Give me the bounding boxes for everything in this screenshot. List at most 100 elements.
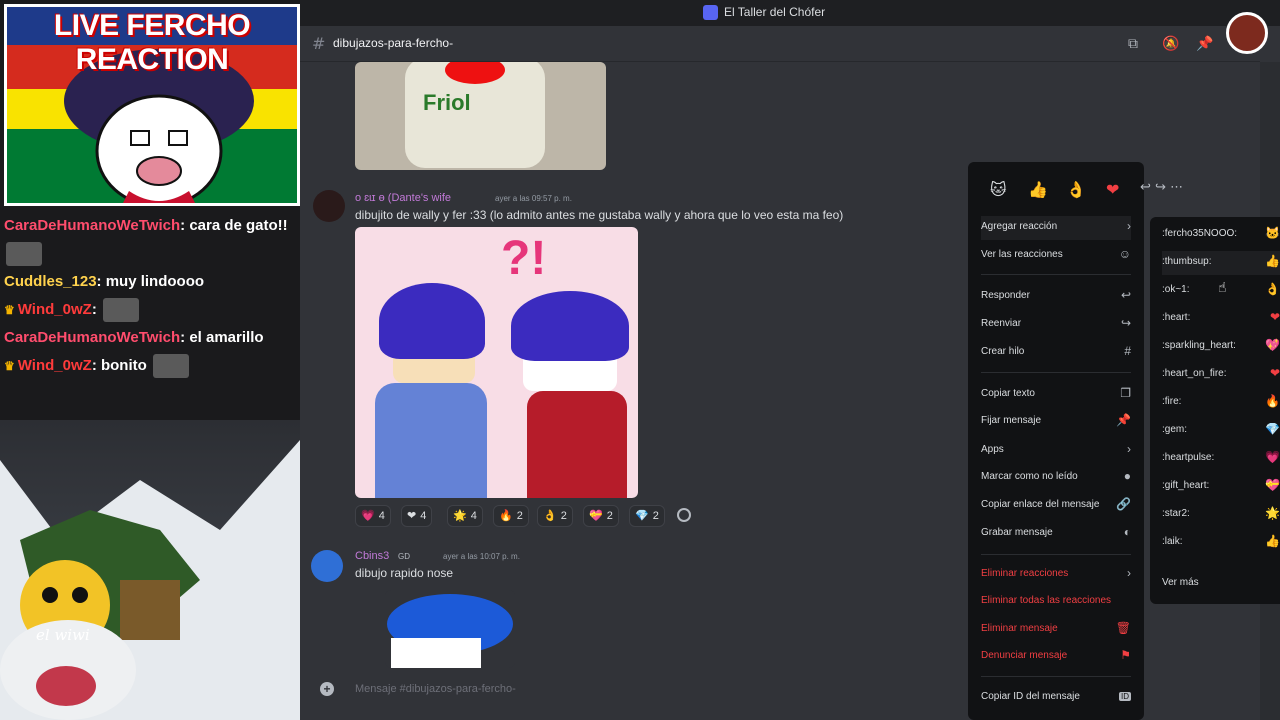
menu-item-copy-link[interactable]: Copiar enlace del mensaje 🔗 <box>981 494 1131 518</box>
hash-icon: # <box>312 34 326 53</box>
forward-icon: ↪ <box>1120 316 1131 330</box>
emoji-name: :heart_on_fire: <box>1162 368 1227 379</box>
add-attachment-icon[interactable]: + <box>320 682 334 696</box>
menu-item-apps[interactable]: Apps › <box>981 439 1131 463</box>
submenu-emoji-item[interactable]: :gift_heart: 💝 <box>1162 475 1280 499</box>
more-icon[interactable]: ⋯ <box>1170 180 1183 195</box>
menu-item-copy-message-id[interactable]: Copiar ID del mensaje ID <box>981 686 1131 710</box>
submenu-emoji-item[interactable]: :star2: 🌟 <box>1162 503 1280 527</box>
reply-icon[interactable]: ↩ <box>1140 180 1151 195</box>
submenu-emoji-item[interactable]: :heartpulse: 💗 <box>1162 447 1280 471</box>
screen: LIVE FERCHO REACTION CaraDeHumanoWeTwich… <box>0 0 1280 720</box>
menu-item-remove-all-reactions[interactable]: Eliminar todas las reacciones <box>981 590 1131 614</box>
emoji-name: :heart: <box>1162 312 1191 323</box>
add-reaction-icon[interactable] <box>677 508 691 522</box>
submenu-emoji-item[interactable]: :sparkling_heart: 💖 <box>1162 335 1280 359</box>
emoji-icon: ❤ <box>1269 366 1280 380</box>
streamer-avatar <box>1226 12 1268 54</box>
reaction-count: 2 <box>560 510 567 522</box>
emoji-name: :gift_heart: <box>1162 480 1210 491</box>
submenu-emoji-item[interactable]: :laik: 👍 <box>1162 531 1280 555</box>
message-attachment-image[interactable]: ?! <box>355 227 638 498</box>
message-attachment-image[interactable]: Friol <box>355 62 606 170</box>
menu-item-label: Eliminar todas las reacciones <box>981 595 1112 606</box>
chat-username: Cuddles_123 <box>4 273 97 290</box>
menu-item-report-message[interactable]: Denunciar mensaje ⚑ <box>981 645 1131 669</box>
menu-item-label: Fijar mensaje <box>981 415 1042 426</box>
chat-username: CaraDeHumanoWeTwich <box>4 329 181 346</box>
message-actions-bar: ↩ ↪ ⋯ <box>1140 180 1183 195</box>
reaction-chip[interactable]: 💎 2 <box>629 505 665 527</box>
menu-item-label: Crear hilo <box>981 346 1025 357</box>
message-author[interactable]: о ɛɩɪ ɵ (Dante's wife <box>355 192 451 204</box>
submenu-view-more[interactable]: Ver más <box>1162 572 1280 596</box>
menu-item-label: Copiar ID del mensaje <box>981 691 1080 702</box>
reaction-count: 4 <box>378 510 385 522</box>
menu-separator <box>981 676 1131 677</box>
menu-item-mark-unread[interactable]: Marcar como no leído ● <box>981 466 1131 490</box>
submenu-emoji-item[interactable]: :fercho35NOOO: 🐱 <box>1162 223 1280 247</box>
menu-item-forward[interactable]: Reenviar ↪ <box>981 313 1131 337</box>
quick-reaction-thumbsup-icon[interactable]: 👍 <box>1028 180 1048 199</box>
quick-reaction-heart-icon[interactable]: ❤ <box>1106 180 1119 199</box>
threads-icon[interactable]: ⧉ <box>1128 36 1138 52</box>
link-icon: 🔗 <box>1116 497 1131 511</box>
quick-reaction-bar: 🐱 👍 👌 ❤ <box>968 162 1144 218</box>
crown-icon: ♛ <box>4 303 15 317</box>
quick-reaction-ok-icon[interactable]: 👌 <box>1066 180 1086 199</box>
submenu-emoji-item[interactable]: :heart_on_fire: ❤ <box>1162 363 1280 387</box>
menu-item-label: Denunciar mensaje <box>981 650 1068 661</box>
menu-item-label: Ver las reacciones <box>981 249 1063 260</box>
menu-item-label: Apps <box>981 444 1004 455</box>
menu-item-pin-message[interactable]: Fijar mensaje 📌 <box>981 410 1131 434</box>
pin-icon[interactable]: 📌 <box>1196 36 1213 52</box>
menu-item-label: Copiar texto <box>981 388 1035 399</box>
figure-body <box>527 391 627 498</box>
chat-text: : muy lindoooo <box>96 273 205 290</box>
chevron-right-icon: › <box>1127 219 1131 233</box>
stream-overlay: LIVE FERCHO REACTION CaraDeHumanoWeTwich… <box>0 0 300 720</box>
menu-item-speak-message[interactable]: Grabar mensaje ◐ <box>981 522 1131 546</box>
reaction-emoji-icon: 💗 <box>361 510 375 522</box>
quick-reaction-fercho-icon[interactable]: 🐱 <box>990 180 1007 199</box>
reaction-chip[interactable]: 💝 2 <box>583 505 619 527</box>
message-attachment-image[interactable] <box>385 590 515 668</box>
emoji-name: :heartpulse: <box>1162 452 1215 463</box>
app-titlebar: El Taller del Chófer <box>300 0 1280 26</box>
menu-item-create-thread[interactable]: Crear hilo # <box>981 341 1131 365</box>
menu-item-delete-message[interactable]: Eliminar mensaje 🗑 <box>981 618 1131 642</box>
menu-separator <box>981 554 1131 555</box>
figure-hair <box>511 291 629 361</box>
submenu-emoji-item[interactable]: :gem: 💎 <box>1162 419 1280 443</box>
reaction-emoji-icon: 💎 <box>635 510 649 522</box>
cat-emote-icon <box>6 242 42 267</box>
menu-item-add-reaction[interactable]: Agregar reacción › <box>981 216 1131 240</box>
forward-icon[interactable]: ↪ <box>1155 180 1166 195</box>
reaction-chip[interactable]: 🌟 4 <box>447 505 483 527</box>
emoji-icon: 🌟 <box>1265 506 1280 520</box>
channel-name[interactable]: dibujazos-para-fercho- <box>333 36 453 50</box>
reaction-chip[interactable]: 💗 4 <box>355 505 391 527</box>
mute-bell-icon[interactable]: 🔕 <box>1162 36 1179 52</box>
message-author[interactable]: Cbins3 <box>355 550 389 562</box>
chat-line: ♛ Wind_0wZ: bonito <box>0 352 300 380</box>
chat-text: : el amarillo <box>180 329 264 346</box>
submenu-emoji-item[interactable]: :fire: 🔥 <box>1162 391 1280 415</box>
avatar[interactable] <box>311 550 343 582</box>
message-text: dibujito de wally y fer :33 (lo admito a… <box>355 208 844 222</box>
reaction-chip[interactable]: ❤ 4 <box>401 505 433 527</box>
mouse-cursor-icon: ☝ <box>1218 280 1227 296</box>
reaction-chip[interactable]: 🔥 2 <box>493 505 529 527</box>
message-input[interactable]: Mensaje #dibujazos-para-fercho- <box>355 683 516 695</box>
chevron-right-icon: › <box>1127 566 1131 580</box>
cat-emote-icon <box>102 298 139 323</box>
avatar[interactable] <box>313 190 345 222</box>
submenu-emoji-item[interactable]: :heart: ❤ <box>1162 307 1280 331</box>
menu-item-remove-reactions[interactable]: Eliminar reacciones › <box>981 563 1131 587</box>
reaction-chip[interactable]: 👌 2 <box>537 505 573 527</box>
menu-item-view-reactions[interactable]: Ver las reacciones ☺ <box>981 244 1131 268</box>
emoji-name: :sparkling_heart: <box>1162 340 1236 351</box>
menu-item-copy-text[interactable]: Copiar texto ❐ <box>981 383 1131 407</box>
menu-item-reply[interactable]: Responder ↩ <box>981 285 1131 309</box>
submenu-emoji-item[interactable]: :thumbsup: 👍 <box>1162 251 1280 275</box>
